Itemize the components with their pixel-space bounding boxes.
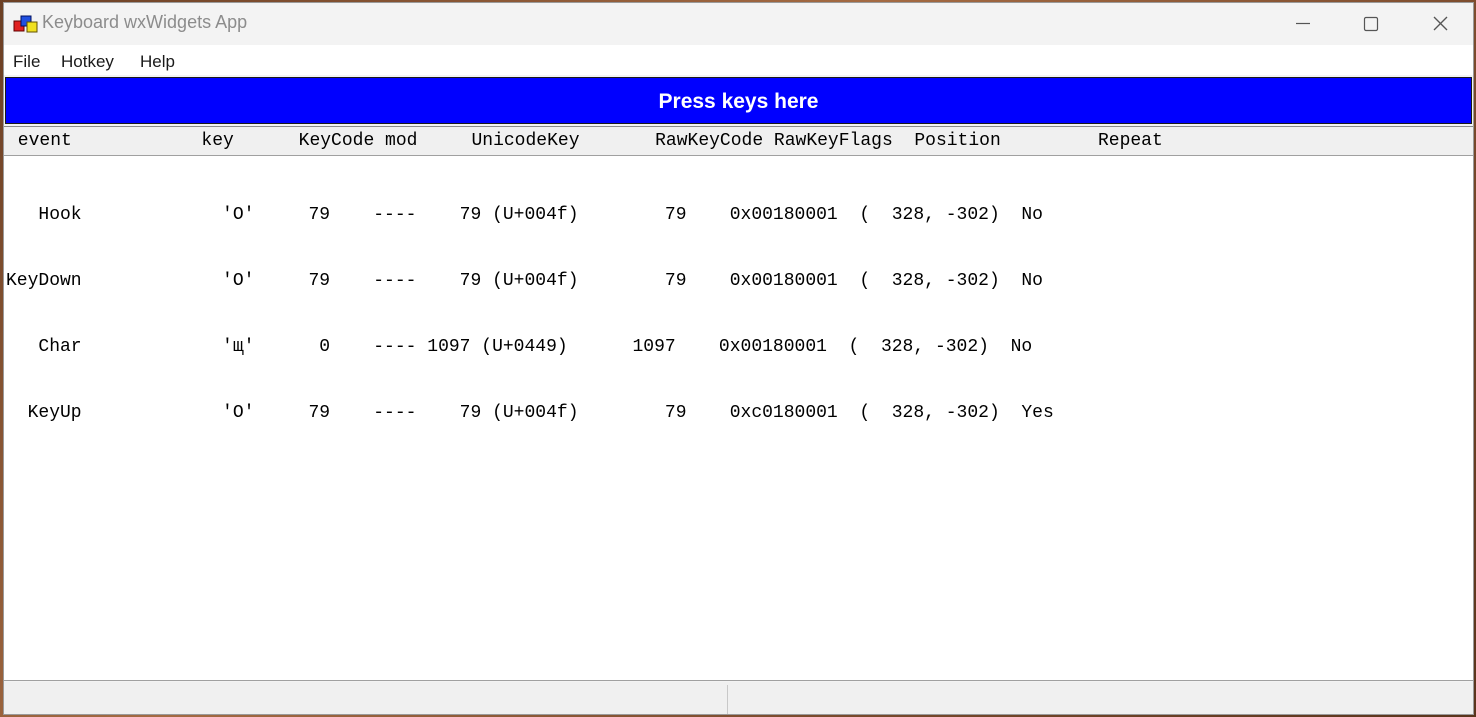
close-icon <box>1433 16 1448 31</box>
log-row-keydown: KeyDown 'O' 79 ---- 79 (U+004f) 79 0x001… <box>6 271 1043 291</box>
event-log[interactable]: event key KeyCode mod UnicodeKey RawKeyC… <box>4 126 1473 681</box>
log-row-char: Char 'щ' 0 ---- 1097 (U+0449) 1097 0x001… <box>6 337 1033 357</box>
minimize-button[interactable] <box>1266 3 1336 45</box>
status-pane-right <box>729 685 1469 714</box>
log-rows: Hook 'O' 79 ---- 79 (U+004f) 79 0x001800… <box>6 160 1054 468</box>
minimize-icon <box>1296 22 1310 25</box>
menu-bar: File Hotkey Help <box>4 45 1473 75</box>
maximize-button[interactable] <box>1336 3 1406 45</box>
log-header: event key KeyCode mod UnicodeKey RawKeyC… <box>4 127 1473 156</box>
menu-help[interactable]: Help <box>140 52 175 72</box>
title-bar[interactable]: Keyboard wxWidgets App <box>4 3 1473 45</box>
log-header-text: event key KeyCode mod UnicodeKey RawKeyC… <box>7 131 1163 151</box>
menu-hotkey[interactable]: Hotkey <box>61 52 114 72</box>
maximize-icon <box>1363 16 1379 32</box>
status-pane-left <box>6 685 728 714</box>
menu-file[interactable]: File <box>13 52 40 72</box>
wxwidgets-app-icon <box>13 15 38 33</box>
window-title: Keyboard wxWidgets App <box>42 12 248 32</box>
close-button[interactable] <box>1405 3 1473 45</box>
log-row-hook: Hook 'O' 79 ---- 79 (U+004f) 79 0x001800… <box>6 205 1043 225</box>
key-input-label: Press keys here <box>658 90 819 113</box>
log-row-keyup: KeyUp 'O' 79 ---- 79 (U+004f) 79 0xc0180… <box>6 403 1054 423</box>
app-window: Keyboard wxWidgets App File Hotkey Help … <box>3 2 1474 715</box>
key-input-area[interactable]: Press keys here <box>5 77 1472 124</box>
status-bar <box>4 682 1473 714</box>
